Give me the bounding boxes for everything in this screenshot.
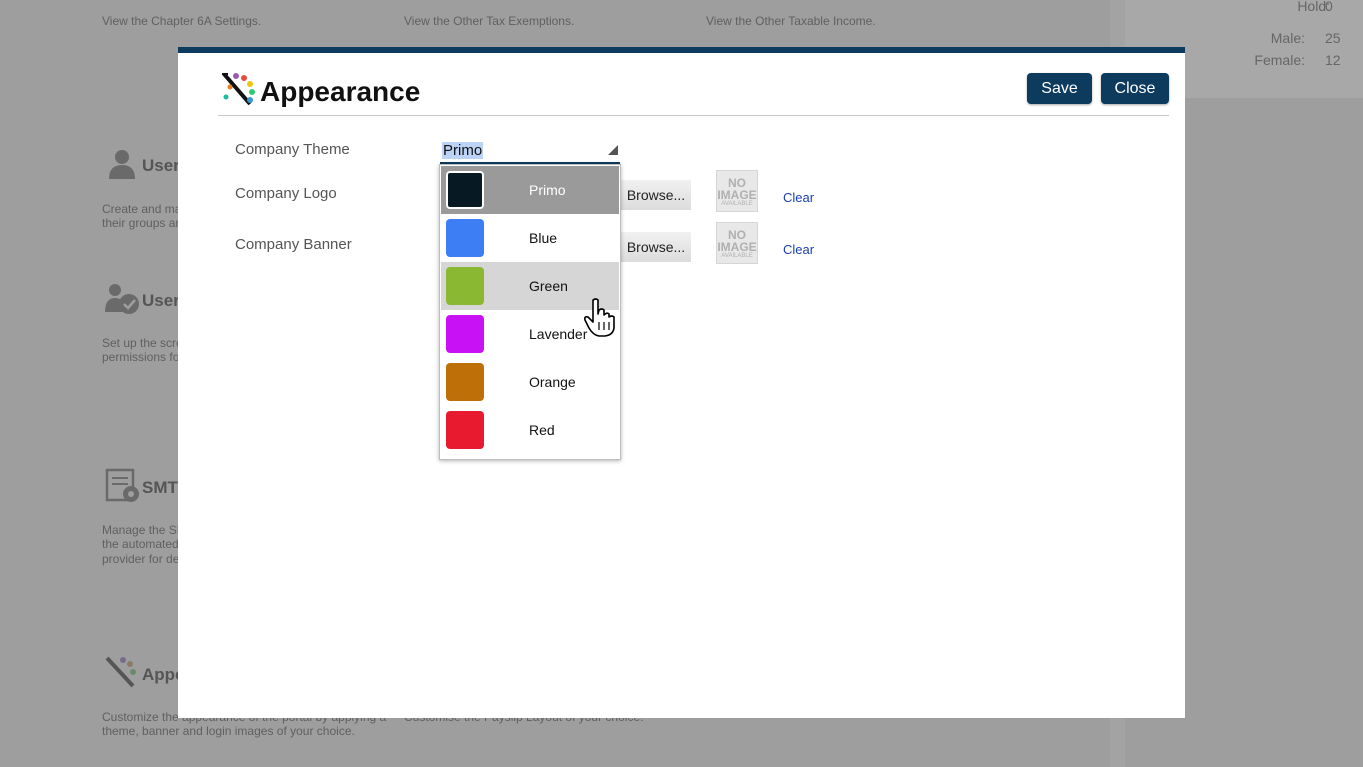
company-logo-label: Company Logo bbox=[235, 185, 337, 202]
swatch-orange bbox=[446, 363, 484, 401]
card-smtp-desc1: Manage the SM bbox=[102, 523, 187, 537]
theme-option-orange[interactable]: Orange bbox=[441, 358, 619, 406]
theme-option-label: Orange bbox=[529, 374, 576, 390]
banner-no-image-text: NO IMAGE bbox=[717, 228, 757, 254]
appearance-dialog: Appearance Save Close Company Theme Prim… bbox=[178, 47, 1185, 718]
theme-option-label: Red bbox=[529, 422, 555, 438]
theme-option-label: Blue bbox=[529, 230, 558, 246]
card-users-desc1: Create and ma bbox=[102, 202, 182, 216]
theme-option-label: Green bbox=[529, 278, 568, 294]
chapter6a-desc: View the Chapter 6A Settings. bbox=[102, 14, 262, 28]
appearance-card-icon bbox=[105, 656, 136, 688]
dropdown-arrow-icon[interactable] bbox=[608, 145, 618, 155]
company-theme-label: Company Theme bbox=[235, 141, 350, 158]
save-button[interactable]: Save bbox=[1027, 73, 1092, 104]
theme-option-label: Lavender bbox=[529, 326, 588, 342]
card-users-desc2: their groups an bbox=[102, 216, 183, 230]
swatch-lavender bbox=[446, 315, 484, 353]
stat-female-label: Female: bbox=[1254, 52, 1305, 68]
dialog-title: Appearance bbox=[260, 76, 421, 107]
banner-clear-link[interactable]: Clear bbox=[783, 242, 814, 257]
card-appearance-desc2: theme, banner and login images of your c… bbox=[102, 724, 355, 738]
tax-exemptions-desc: View the Other Tax Exemptions. bbox=[404, 14, 575, 28]
card-smtp-desc2: the automated bbox=[102, 537, 179, 551]
theme-option-primo[interactable]: Primo bbox=[441, 166, 619, 214]
banner-no-image-placeholder: NO IMAGE AVAILABLE bbox=[716, 222, 758, 264]
logo-no-image-placeholder: NO IMAGE AVAILABLE bbox=[716, 170, 758, 212]
hand-pointer-cursor-icon bbox=[584, 298, 615, 337]
stat-male-value: 25 bbox=[1325, 30, 1341, 46]
card-smtp-desc3: provider for de bbox=[102, 552, 180, 566]
company-theme-value: Primo bbox=[442, 142, 484, 159]
card-user-permissions-desc2: permissions fo bbox=[102, 350, 180, 364]
taxable-income-desc: View the Other Taxable Income. bbox=[706, 14, 876, 28]
company-theme-select[interactable]: Primo bbox=[440, 140, 620, 164]
user-icon bbox=[109, 150, 135, 179]
stat-hold-value: 0 bbox=[1325, 0, 1333, 14]
logo-no-image-subtext: AVAILABLE bbox=[721, 201, 753, 207]
card-user-permissions-desc1: Set up the scre bbox=[102, 336, 183, 350]
stat-male-label: Male: bbox=[1270, 30, 1305, 46]
banner-browse-button[interactable]: Browse... bbox=[621, 232, 691, 262]
card-user-permissions-title: User bbox=[142, 291, 180, 310]
swatch-green bbox=[446, 267, 484, 305]
smtp-settings-icon bbox=[105, 468, 139, 502]
logo-clear-link[interactable]: Clear bbox=[783, 190, 814, 205]
user-permissions-icon bbox=[105, 284, 139, 314]
swatch-primo bbox=[446, 171, 484, 209]
theme-option-label: Primo bbox=[529, 182, 566, 198]
stat-hold-label: Hold: bbox=[1297, 0, 1330, 14]
swatch-red bbox=[446, 411, 484, 449]
logo-no-image-text: NO IMAGE bbox=[717, 176, 757, 202]
dialog-header: Appearance Save Close bbox=[218, 71, 1169, 116]
company-banner-label: Company Banner bbox=[235, 236, 352, 253]
card-users-title: User bbox=[142, 156, 180, 175]
banner-no-image-subtext: AVAILABLE bbox=[721, 253, 753, 259]
theme-option-red[interactable]: Red bbox=[441, 406, 619, 454]
swatch-blue bbox=[446, 219, 484, 257]
appearance-palette-icon bbox=[222, 72, 255, 106]
close-button[interactable]: Close bbox=[1101, 73, 1169, 104]
logo-browse-button[interactable]: Browse... bbox=[621, 180, 691, 210]
stat-female-value: 12 bbox=[1325, 52, 1341, 68]
theme-option-blue[interactable]: Blue bbox=[441, 214, 619, 262]
